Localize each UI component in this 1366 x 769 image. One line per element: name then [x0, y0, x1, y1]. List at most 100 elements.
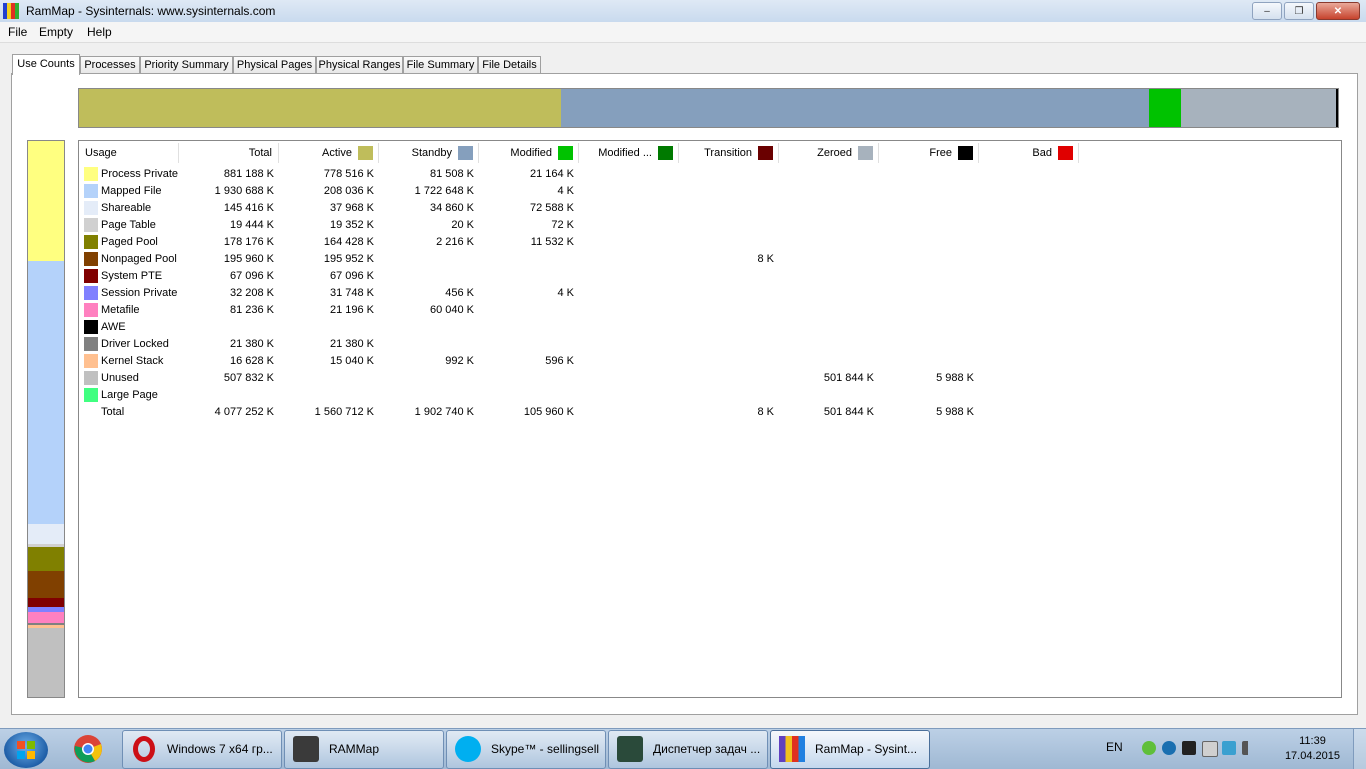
usage-color-swatch: [84, 388, 98, 402]
cell-modified-nowrite: [579, 183, 674, 200]
column-header-total[interactable]: Total: [179, 143, 279, 163]
tab-processes[interactable]: Processes: [80, 56, 140, 74]
cell-bad: [979, 234, 1074, 251]
color-swatch-transition: [758, 146, 773, 160]
rammap-window: RamMap - Sysinternals: www.sysinternals.…: [0, 0, 1366, 728]
taskbar-button-2[interactable]: RAMMap: [284, 730, 444, 769]
cell-transition: [679, 387, 774, 404]
table-row[interactable]: Process Private881 188 K778 516 K81 508 …: [79, 166, 1079, 183]
taskbar-button-5[interactable]: RamMap - Sysint...: [770, 730, 930, 769]
cell-bad: [979, 353, 1074, 370]
table-row[interactable]: System PTE67 096 K67 096 K: [79, 268, 1079, 285]
column-header-active[interactable]: Active: [279, 143, 379, 163]
cell-active: 208 036 K: [279, 183, 374, 200]
cell-active: 21 196 K: [279, 302, 374, 319]
cell-transition: [679, 302, 774, 319]
memory-usage-bar: [27, 140, 65, 698]
tab-priority-summary[interactable]: Priority Summary: [140, 56, 233, 74]
cell-zeroed: [779, 234, 874, 251]
cell-free: [879, 200, 974, 217]
cell-transition: [679, 319, 774, 336]
table-row[interactable]: Mapped File1 930 688 K208 036 K1 722 648…: [79, 183, 1079, 200]
cell-modified: 72 K: [479, 217, 574, 234]
table-row[interactable]: Shareable145 416 K37 968 K34 860 K72 588…: [79, 200, 1079, 217]
cell-active: 164 428 K: [279, 234, 374, 251]
cell-zeroed: [779, 200, 874, 217]
app-tray-icon[interactable]: [1162, 741, 1176, 755]
tab-file-details[interactable]: File Details: [478, 56, 541, 74]
color-swatch-standby: [458, 146, 473, 160]
table-row[interactable]: Large Page: [79, 387, 1079, 404]
cell-transition: [679, 285, 774, 302]
cell-standby: [379, 387, 474, 404]
table-row[interactable]: Total4 077 252 K1 560 712 K1 902 740 K10…: [79, 404, 1079, 421]
column-header-label: Active: [322, 143, 352, 163]
cell-bad: [979, 404, 1074, 421]
minimize-button[interactable]: –: [1252, 2, 1282, 20]
rammap-app-icon: [3, 3, 19, 19]
column-header-transition[interactable]: Transition: [679, 143, 779, 163]
column-header-modified[interactable]: Modified: [479, 143, 579, 163]
network-tray-icon[interactable]: [1222, 741, 1236, 755]
device-tray-icon[interactable]: [1202, 741, 1218, 757]
security-tray-icon[interactable]: [1142, 741, 1156, 755]
cell-free: 5 988 K: [879, 370, 974, 387]
title-bar[interactable]: RamMap - Sysinternals: www.sysinternals.…: [0, 0, 1366, 23]
tab-physical-ranges[interactable]: Physical Ranges: [316, 56, 403, 74]
table-row[interactable]: Unused507 832 K501 844 K5 988 K: [79, 370, 1079, 387]
tab-physical-pages[interactable]: Physical Pages: [233, 56, 316, 74]
taskbar-button-1[interactable]: Windows 7 x64 гр...: [122, 730, 282, 769]
start-button[interactable]: [4, 732, 48, 768]
cell-transition: [679, 370, 774, 387]
table-row[interactable]: Kernel Stack16 628 K15 040 K992 K596 K: [79, 353, 1079, 370]
windows-logo-icon: [17, 741, 35, 759]
use-counts-table[interactable]: UsageTotal Active StandbyModifiedModified …: [78, 140, 1342, 698]
tab-file-summary[interactable]: File Summary: [403, 56, 478, 74]
clock[interactable]: 11:39 17.04.2015: [1285, 734, 1340, 764]
cell-bad: [979, 319, 1074, 336]
table-row[interactable]: Driver Locked21 380 K21 380 K: [79, 336, 1079, 353]
taskbar-button-3[interactable]: Skype™ - sellingsell: [446, 730, 606, 769]
color-swatch-free: [958, 146, 973, 160]
taskbar: Windows 7 x64 гр...RAMMapSkype™ - sellin…: [0, 728, 1366, 769]
column-header-modified-nowrite[interactable]: Modified ...: [579, 143, 679, 163]
chrome-pinned-icon[interactable]: [62, 731, 114, 767]
table-row[interactable]: AWE: [79, 319, 1079, 336]
cell-modified: [479, 251, 574, 268]
table-row[interactable]: Metafile81 236 K21 196 K60 040 K: [79, 302, 1079, 319]
cell-active: 778 516 K: [279, 166, 374, 183]
table-row[interactable]: Session Private32 208 K31 748 K456 K4 K: [79, 285, 1079, 302]
column-header-free[interactable]: Free: [879, 143, 979, 163]
column-header-standby[interactable]: Standby: [379, 143, 479, 163]
cell-total: 178 176 K: [179, 234, 274, 251]
table-row[interactable]: Paged Pool178 176 K164 428 K2 216 K11 53…: [79, 234, 1079, 251]
table-header: UsageTotal Active StandbyModifiedModified …: [79, 143, 1079, 163]
volume-tray-icon[interactable]: [1242, 741, 1262, 755]
cell-bad: [979, 217, 1074, 234]
column-header-label: Transition: [704, 143, 752, 163]
cell-zeroed: [779, 217, 874, 234]
menu-help[interactable]: Help: [87, 25, 112, 39]
menu-file[interactable]: File: [8, 25, 27, 39]
window-tray-icon[interactable]: [1182, 741, 1196, 755]
column-header-usage[interactable]: Usage: [79, 143, 179, 163]
close-button[interactable]: ✕: [1316, 2, 1360, 20]
menu-empty[interactable]: Empty: [39, 25, 73, 39]
table-row[interactable]: Page Table19 444 K19 352 K20 K72 K: [79, 217, 1079, 234]
language-indicator[interactable]: EN: [1106, 740, 1123, 754]
cell-total: [179, 387, 274, 404]
table-row[interactable]: Nonpaged Pool195 960 K195 952 K8 K: [79, 251, 1079, 268]
tab-use-counts[interactable]: Use Counts: [12, 54, 80, 75]
cell-total: 507 832 K: [179, 370, 274, 387]
cell-modified: [479, 370, 574, 387]
cell-standby: 20 K: [379, 217, 474, 234]
taskbar-button-4[interactable]: Диспетчер задач ...: [608, 730, 768, 769]
maximize-button[interactable]: ❐: [1284, 2, 1314, 20]
cell-zeroed: [779, 319, 874, 336]
cell-modified: 4 K: [479, 183, 574, 200]
column-header-bad[interactable]: Bad: [979, 143, 1079, 163]
show-desktop-button[interactable]: [1353, 729, 1366, 769]
column-header-zeroed[interactable]: Zeroed: [779, 143, 879, 163]
usage-color-swatch: [84, 252, 98, 266]
cell-modified: 11 532 K: [479, 234, 574, 251]
